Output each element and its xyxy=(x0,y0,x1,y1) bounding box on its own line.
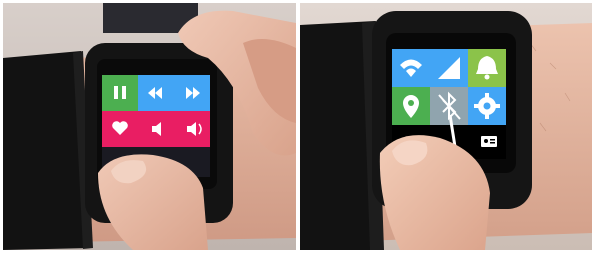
photo-panel-quick-settings xyxy=(300,3,592,250)
watch-settings-scene xyxy=(300,3,592,250)
contact-card-icon xyxy=(481,136,497,147)
photo-panel-music-controls xyxy=(3,3,296,250)
tile-pause[interactable] xyxy=(102,75,138,111)
tile-wifi[interactable] xyxy=(392,49,430,87)
watch-music-scene xyxy=(3,3,296,250)
